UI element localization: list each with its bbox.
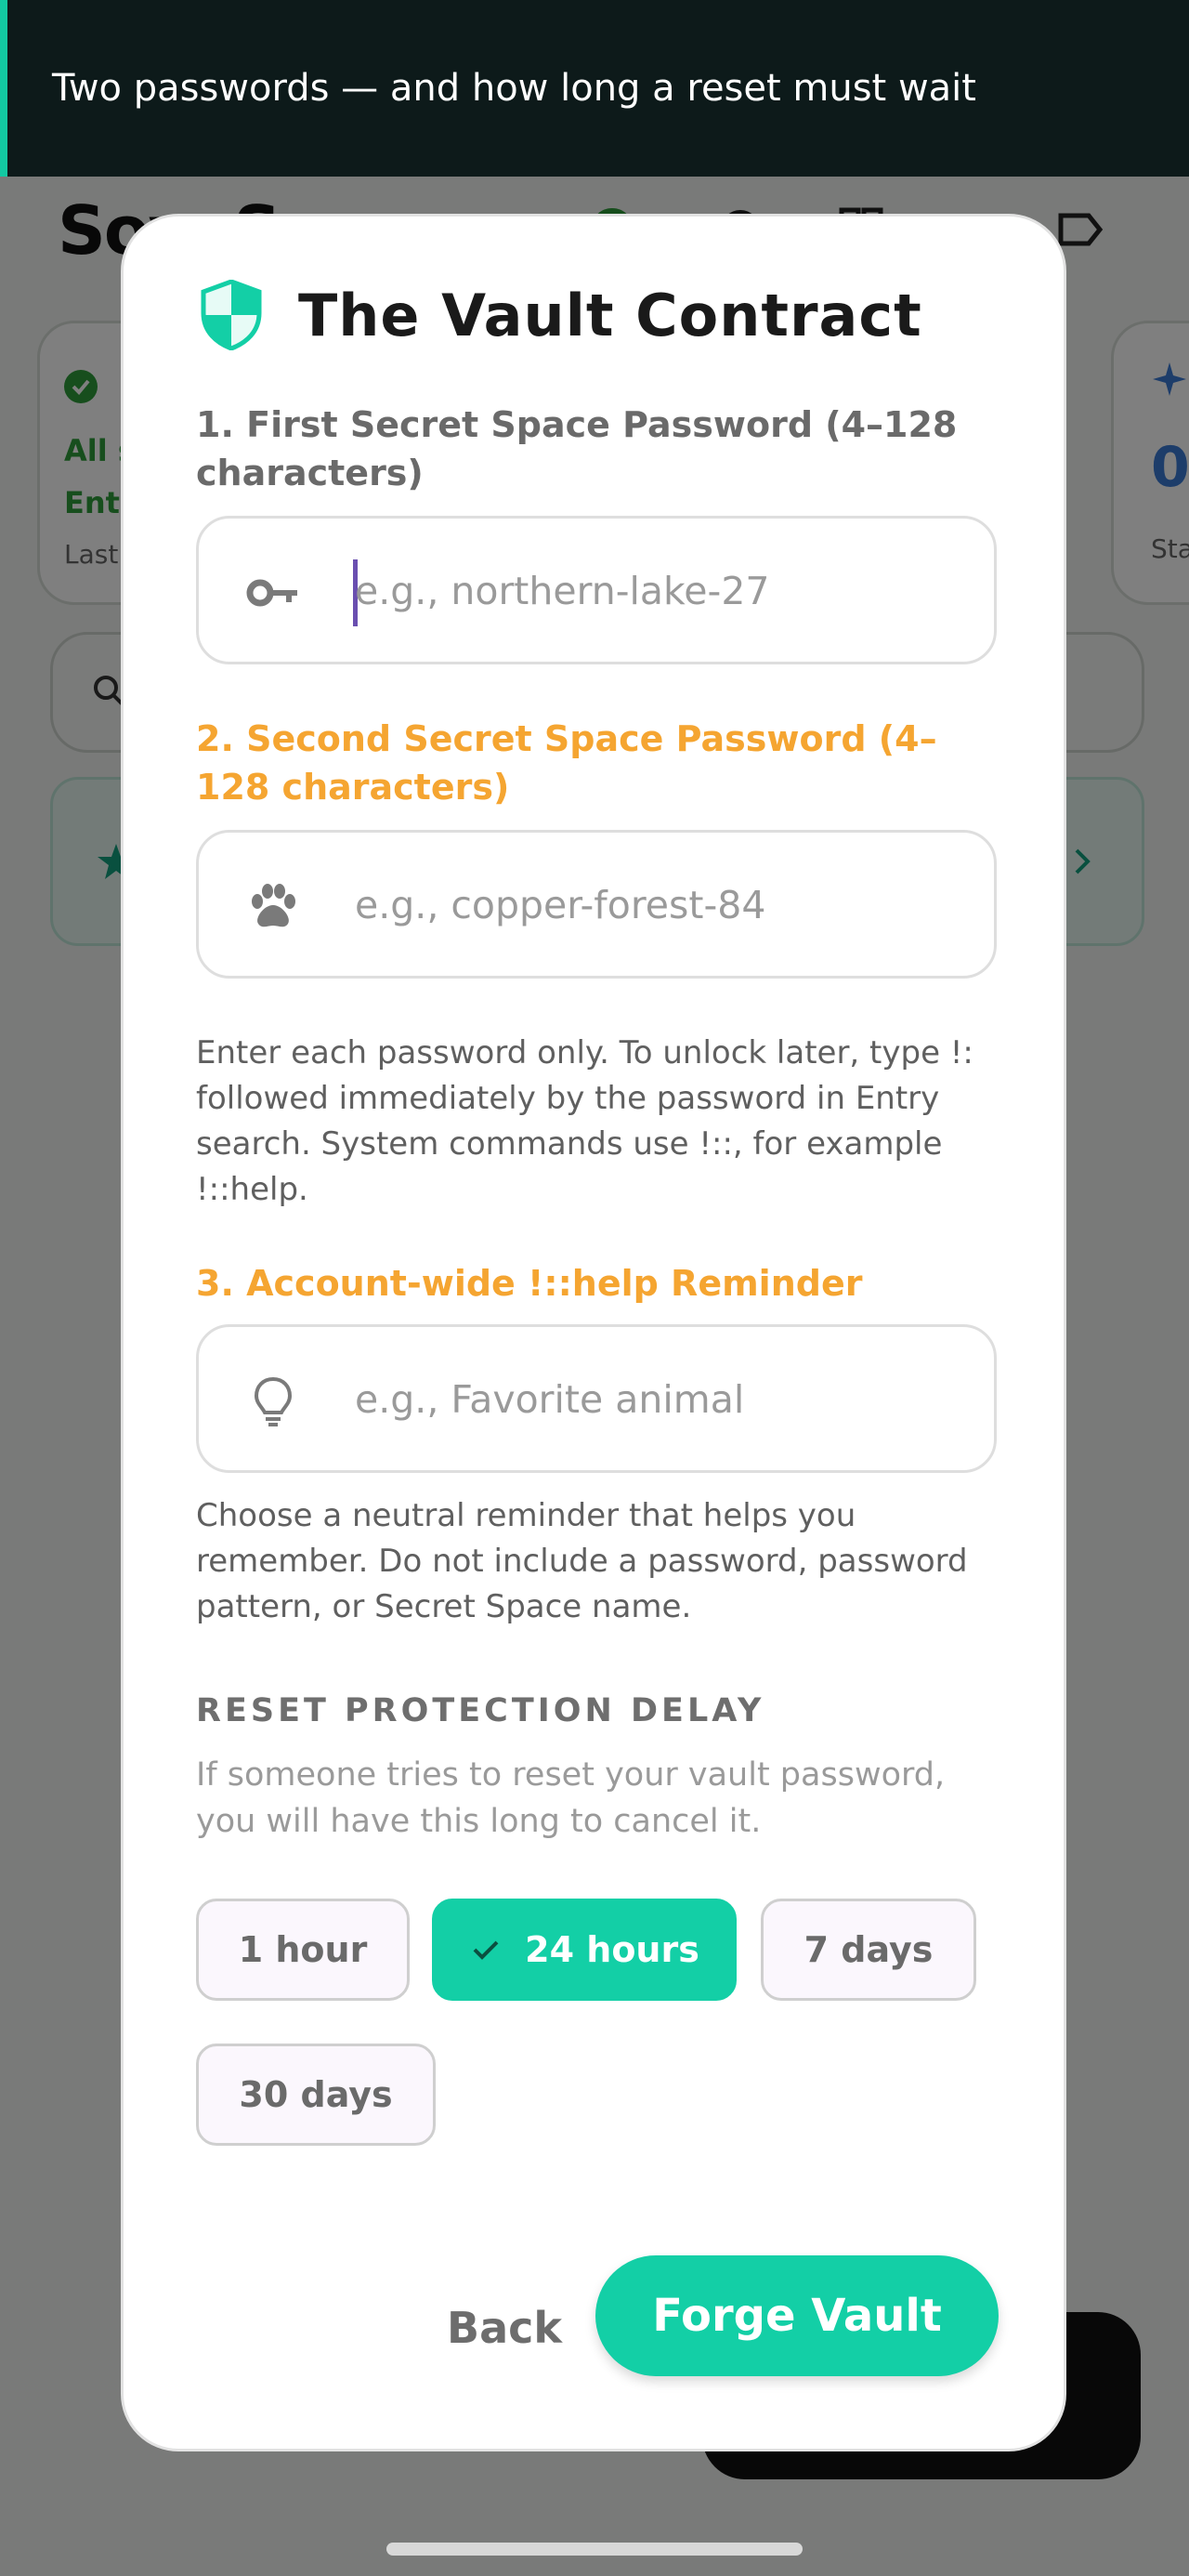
- delay-option-label: 1 hour: [238, 1929, 368, 1970]
- reminder-label: 3. Account-wide !::help Reminder: [196, 1263, 863, 1304]
- first-password-input[interactable]: [355, 546, 949, 636]
- check-icon: [473, 1940, 499, 1960]
- reminder-input[interactable]: [355, 1355, 949, 1444]
- passwords-help-text: Enter each password only. To unlock late…: [196, 1034, 973, 1208]
- first-password-label: 1. First Secret Space Password (4–128 ch…: [196, 404, 958, 493]
- home-indicator[interactable]: [386, 2543, 803, 2556]
- shield-icon: [201, 280, 262, 350]
- reset-delay-heading: RESET PROTECTION DELAY: [196, 1692, 765, 1729]
- dialog-title: The Vault Contract: [298, 281, 922, 349]
- second-password-label: 2. Second Secret Space Password (4–128 c…: [196, 718, 937, 808]
- back-button[interactable]: Back: [402, 2281, 607, 2374]
- delay-option-1-hour[interactable]: 1 hour: [196, 1899, 410, 2001]
- delay-option-7-days[interactable]: 7 days: [761, 1899, 976, 2001]
- second-password-input[interactable]: [355, 861, 949, 950]
- reset-delay-description: If someone tries to reset your vault pas…: [196, 1756, 946, 1840]
- dialog-header: The Vault Contract: [200, 274, 922, 356]
- reminder-help-text: Choose a neutral reminder that helps you…: [196, 1497, 968, 1625]
- forge-vault-button[interactable]: Forge Vault: [595, 2255, 999, 2376]
- toast-accent-bar: [0, 0, 7, 177]
- reminder-field[interactable]: [196, 1324, 997, 1473]
- delay-option-label: 7 days: [804, 1929, 934, 1970]
- key-icon: [246, 579, 297, 607]
- vault-contract-dialog: The Vault Contract 1. First Secret Space…: [121, 214, 1066, 2451]
- delay-option-24-hours[interactable]: 24 hours: [432, 1899, 737, 2001]
- second-password-field[interactable]: [196, 830, 997, 979]
- paw-icon: [252, 884, 295, 927]
- toast-text: Two passwords — and how long a reset mus…: [52, 67, 976, 110]
- delay-option-30-days[interactable]: 30 days: [196, 2044, 436, 2146]
- delay-option-label: 24 hours: [525, 1929, 699, 1970]
- delay-option-label: 30 days: [239, 2074, 393, 2115]
- toast-banner: Two passwords — and how long a reset mus…: [0, 0, 1189, 177]
- first-password-field[interactable]: [196, 516, 997, 664]
- lightbulb-icon: [254, 1376, 293, 1426]
